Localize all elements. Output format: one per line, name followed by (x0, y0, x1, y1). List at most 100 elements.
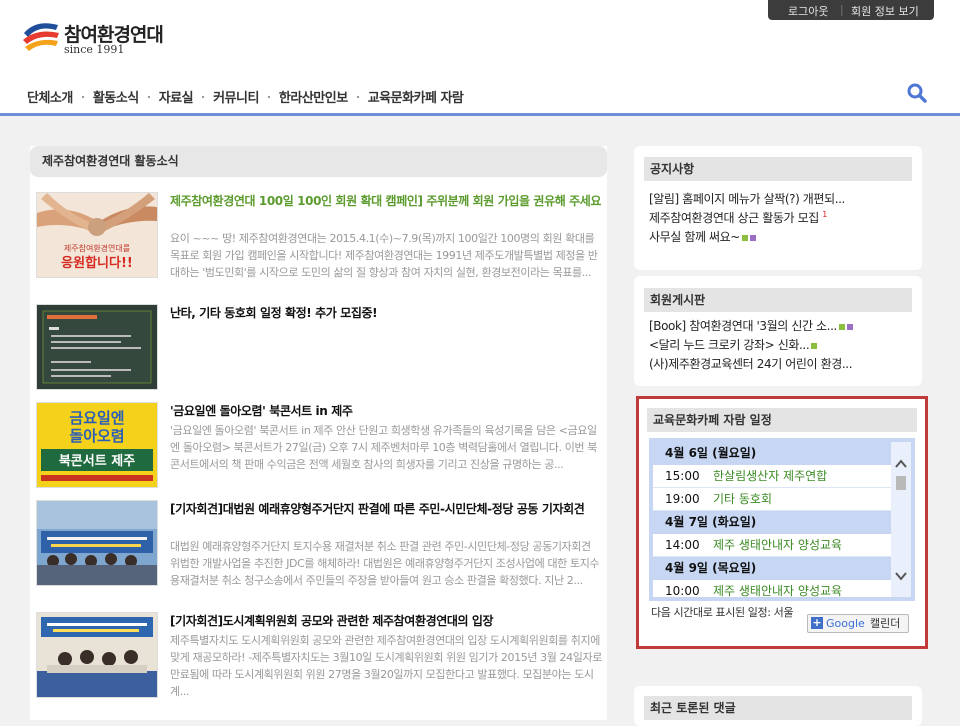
new-badge: 1 (822, 210, 827, 219)
agenda-event[interactable]: 19:00 기타 동호회 (653, 488, 891, 511)
board-item-label: (사)제주환경교육센터 24기 어린이 환경... (649, 357, 853, 371)
google-wordmark: Google (826, 617, 865, 630)
logout-link[interactable]: 로그아웃 (788, 3, 828, 19)
nav-item-community[interactable]: 커뮤니티 (213, 87, 259, 106)
user-topbar: 로그아웃 | 회원 정보 보기 (768, 0, 934, 20)
image-attach-icon (811, 342, 818, 349)
news-item: 난타, 기타 동호회 일정 확정! 추가 모집중! (36, 304, 602, 394)
scroll-up-icon (895, 459, 907, 468)
hands-together-image: 제주참여환경연대를 응원합니다!! (37, 193, 157, 277)
event-time: 14:00 (665, 538, 700, 552)
activity-news-section: 제주참여환경연대 활동소식 제주참여환경연대를 응원합니다!! 제주참여환경연대… (30, 146, 607, 720)
agenda-event[interactable]: 14:00 제주 생태안내자 양성교육 (653, 534, 891, 557)
poster-line-1: 금요일엔 (69, 409, 124, 427)
news-item: [기자회견]도시계획위원회 공모와 관련한 제주참여환경연대의 입장 제주특별자… (36, 612, 602, 702)
news-summary: 제주특별자치도 도시계획위원회 공모와 관련한 제주참여환경연대의 입장 도시계… (170, 634, 602, 698)
event-time: 19:00 (665, 492, 700, 506)
google-calendar-button[interactable]: + Google 캘린더 (807, 614, 909, 633)
nav-separator (267, 96, 270, 98)
board-item-label: <달리 누드 크로키 강좌> 신화... (649, 338, 810, 352)
scroll-down-icon (895, 572, 907, 581)
news-thumbnail[interactable] (36, 612, 158, 698)
section-title: 제주참여환경연대 활동소식 (30, 146, 607, 177)
nav-item-news[interactable]: 활동소식 (93, 87, 139, 106)
scrollbar-graphic (895, 459, 907, 581)
news-thumbnail[interactable] (36, 500, 158, 586)
notice-item[interactable]: 제주참여환경연대 상근 활동가 모집 1 (649, 209, 911, 228)
nav-separator (202, 96, 205, 98)
logo-since: since 1991 (64, 43, 125, 56)
news-thumbnail[interactable]: 금요일엔 돌아오렴 북콘서트 제주 (36, 402, 158, 488)
press-conference-photo-image (37, 501, 157, 585)
board-item[interactable]: (사)제주환경교육센터 24기 어린이 환경... (649, 355, 911, 374)
event-time: 15:00 (665, 469, 700, 483)
scroll-thumb (896, 476, 906, 490)
thumb-caption-1: 제주참여환경연대를 (64, 243, 130, 253)
nav-item-cafe-jaram[interactable]: 교육문화카페 자람 (368, 87, 464, 106)
news-title-link[interactable]: 제주참여환경연대 100일 100인 회원 확대 캠페인] 주위분께 회원 가입… (170, 192, 602, 210)
agenda-date: 4월 7일 (화요일) (653, 511, 891, 534)
notice-item-label: 제주참여환경연대 상근 활동가 모집 (649, 211, 819, 225)
member-info-link[interactable]: 회원 정보 보기 (851, 3, 919, 19)
google-calendar-label: 캘린더 (870, 617, 901, 630)
image-attach-icon (741, 234, 748, 241)
member-board-list: [Book] 참여환경연대 '3월의 신간 소... <달리 누드 크로키 강좌… (649, 317, 911, 374)
nav-item-archive[interactable]: 자료실 (159, 87, 194, 106)
news-title-link[interactable]: [기자회견]도시계획위원회 공모와 관련한 제주참여환경연대의 입장 (170, 612, 602, 630)
news-title-link[interactable]: [기자회견]대법원 예래휴양형주거단지 판결에 따른 주민-시민단체-정당 공동… (170, 500, 602, 518)
recent-comments-title[interactable]: 최근 토론된 댓글 (644, 696, 912, 720)
agenda-date: 4월 9일 (목요일) (653, 557, 891, 580)
agenda-scrollbar[interactable] (891, 442, 911, 597)
book-concert-poster-image: 금요일엔 돌아오렴 북콘서트 제주 (37, 403, 157, 487)
search-icon (907, 83, 927, 103)
timezone-note: 다음 시간대로 표시된 일정: 서울 (651, 606, 794, 619)
news-thumbnail[interactable] (36, 304, 158, 390)
press-statement-photo-image (37, 613, 157, 697)
member-board-box: 회원게시판 [Book] 참여환경연대 '3월의 신간 소... <달리 누드 … (634, 276, 922, 386)
nav-separator (147, 96, 150, 98)
agenda-event[interactable]: 10:00 제주 생태안내자 양성교육 (653, 580, 891, 597)
event-name: 제주 생태안내자 양성교육 (713, 584, 843, 597)
member-board-title[interactable]: 회원게시판 (644, 288, 912, 312)
poster-line-3: 북콘서트 제주 (59, 454, 135, 469)
notice-title[interactable]: 공지사항 (644, 157, 912, 181)
notice-item[interactable]: [알림] 홈페이지 메뉴가 살짝(?) 개편되... (649, 190, 911, 209)
board-item[interactable]: [Book] 참여환경연대 '3월의 신간 소... (649, 317, 911, 336)
plus-icon: + (811, 616, 823, 629)
file-attach-icon (749, 234, 756, 241)
notice-item[interactable]: 사무실 함께 써요~ (649, 228, 911, 247)
news-thumbnail[interactable]: 제주참여환경연대를 응원합니다!! (36, 192, 158, 278)
notice-box: 공지사항 [알림] 홈페이지 메뉴가 살짝(?) 개편되... 제주참여환경연대… (634, 146, 922, 270)
nav-item-hallasan[interactable]: 한라산만인보 (279, 87, 348, 106)
event-name: 기타 동호회 (713, 492, 773, 506)
thumb-caption-2: 응원합니다!! (61, 255, 133, 271)
news-item: 제주참여환경연대를 응원합니다!! 제주참여환경연대 100일 100인 회원 … (36, 192, 602, 282)
logo-mark-icon (23, 23, 59, 51)
nav-underline (0, 113, 960, 116)
search-button[interactable] (906, 82, 928, 104)
news-item: 금요일엔 돌아오렴 북콘서트 제주 '금요일엔 돌아오렴' 북콘서트 in 제주… (36, 402, 602, 492)
news-title-link[interactable]: 난타, 기타 동호회 일정 확정! 추가 모집중! (170, 304, 602, 322)
news-item: [기자회견]대법원 예래휴양형주거단지 판결에 따른 주민-시민단체-정당 공동… (36, 500, 602, 590)
event-name: 제주 생태안내자 양성교육 (713, 538, 843, 552)
recent-comments-box: 최근 토론된 댓글 (634, 686, 922, 726)
site-header: 참여환경연대 since 1991 로그아웃 | 회원 정보 보기 단체소개 활동… (0, 0, 960, 113)
nav-separator (81, 96, 84, 98)
news-summary: 대법원 예래휴양형주거단지 토지수용 재결처분 취소 판결 관련 주민-시민단체… (170, 540, 600, 587)
board-item[interactable]: <달리 누드 크로키 강좌> 신화... (649, 336, 911, 355)
agenda-list[interactable]: 4월 6일 (월요일) 15:00 한살림생산자 제주연합 19:00 기타 동호회… (653, 442, 891, 597)
topbar-divider: | (840, 3, 844, 16)
calendar-title: 교육문화카페 자람 일정 (647, 408, 917, 432)
event-time: 10:00 (665, 584, 700, 597)
news-title-link[interactable]: '금요일엔 돌아오렴' 북콘서트 in 제주 (170, 402, 602, 420)
board-item-label: [Book] 참여환경연대 '3월의 신간 소... (649, 319, 837, 333)
notice-item-label: 사무실 함께 써요~ (649, 230, 740, 244)
notice-list: [알림] 홈페이지 메뉴가 살짝(?) 개편되... 제주참여환경연대 상근 활… (649, 190, 911, 247)
event-name: 한살림생산자 제주연합 (713, 469, 828, 483)
site-logo[interactable]: 참여환경연대 since 1991 (22, 18, 172, 58)
news-summary: '금요일엔 돌아오렴' 북콘서트 in 제주 안산 단원고 희생학생 유가족들의… (170, 424, 597, 471)
agenda-event[interactable]: 15:00 한살림생산자 제주연합 (653, 465, 891, 488)
calendar-agenda: 4월 6일 (월요일) 15:00 한살림생산자 제주연합 19:00 기타 동호회… (649, 438, 915, 601)
nav-item-about[interactable]: 단체소개 (27, 87, 73, 106)
image-attach-icon (838, 323, 845, 330)
